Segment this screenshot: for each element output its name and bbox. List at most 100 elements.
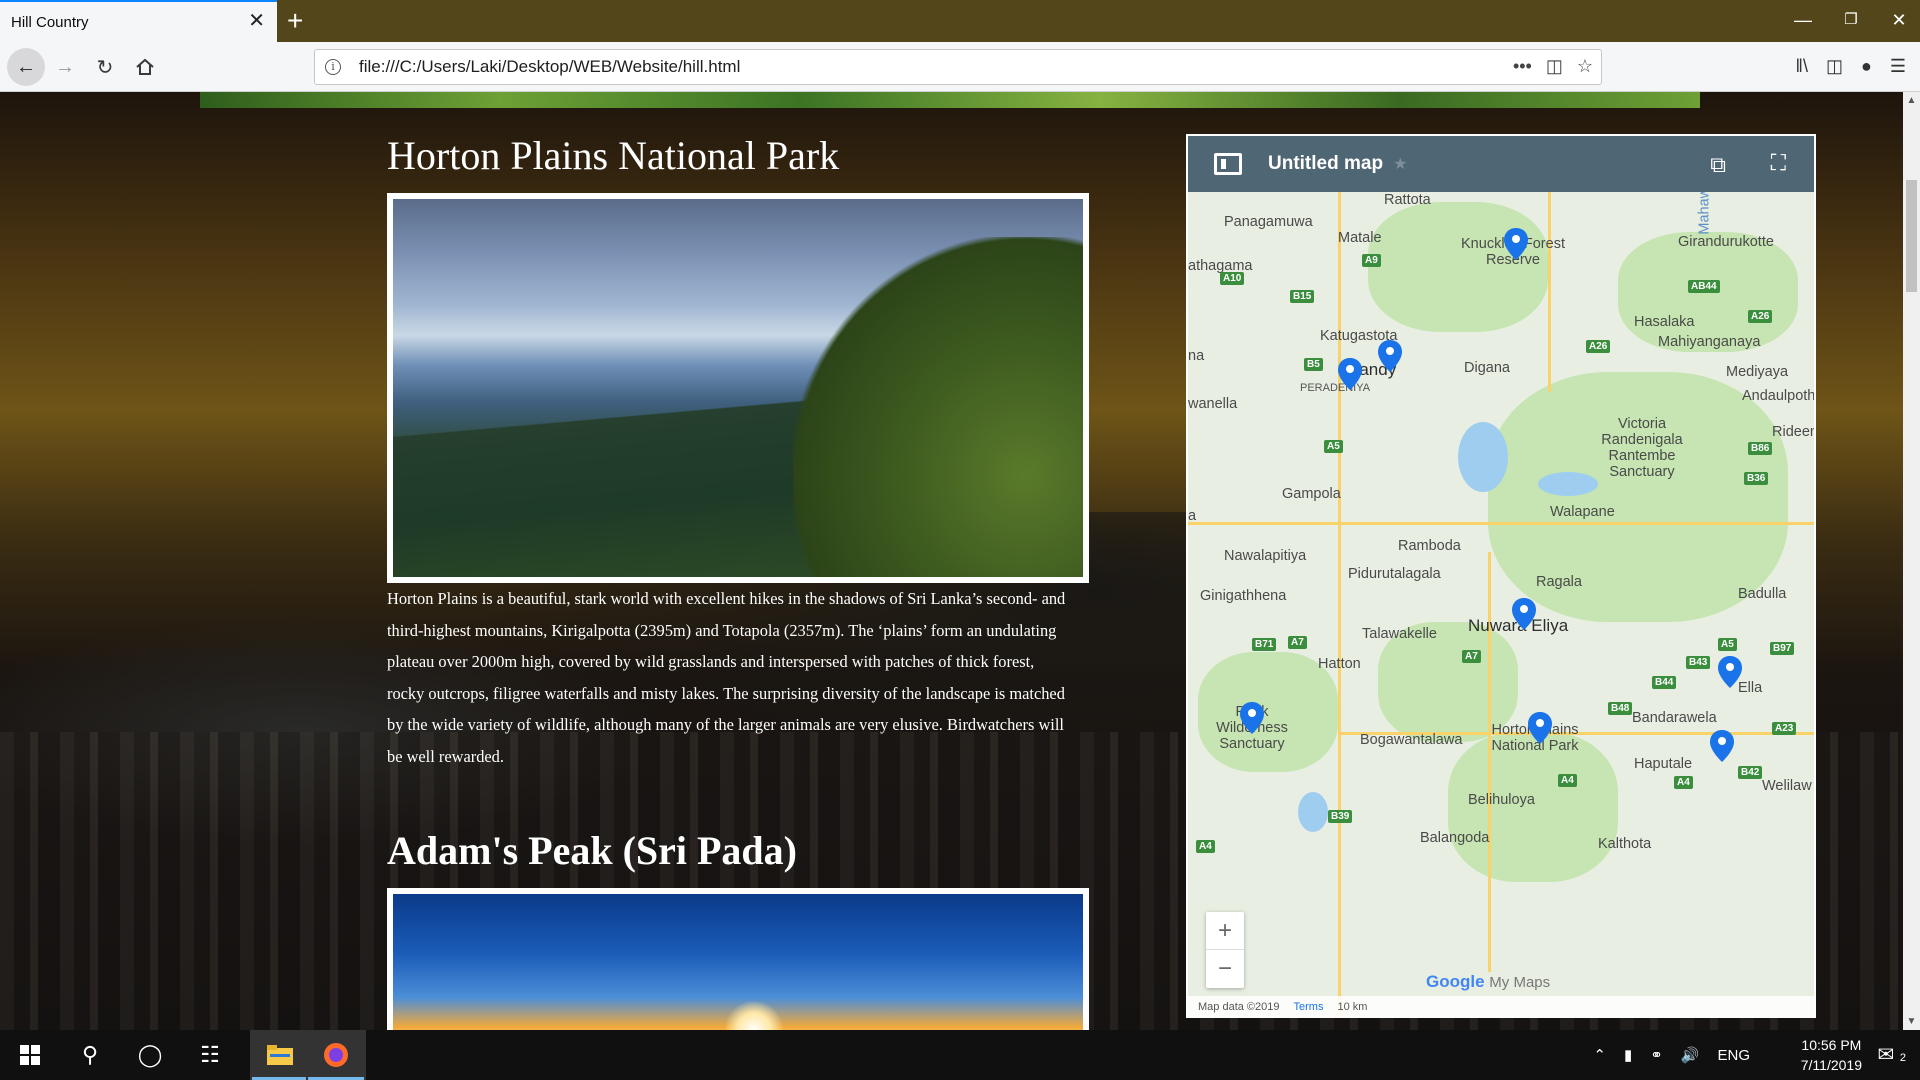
windows-logo-icon xyxy=(20,1045,40,1065)
cortana-button[interactable]: ◯ xyxy=(120,1030,180,1080)
road-shield: B48 xyxy=(1608,702,1633,715)
road-shield: A4 xyxy=(1558,774,1577,787)
vertical-scrollbar[interactable]: ▲ ▼ xyxy=(1903,92,1920,1030)
map-label: Rideen xyxy=(1772,424,1814,440)
road-shield: A23 xyxy=(1772,722,1797,735)
map-label: Haputale xyxy=(1634,756,1693,772)
scroll-up-icon[interactable]: ▲ xyxy=(1903,92,1920,109)
map-pin-icon[interactable] xyxy=(1240,702,1264,734)
close-window-button[interactable]: ✕ xyxy=(1884,8,1914,32)
firefox-taskbar-button[interactable] xyxy=(306,1030,366,1080)
map-label: Girandurukotte xyxy=(1678,234,1774,250)
navigation-toolbar: ← → ↻ i file:///C:/Users/Laki/Desktop/WE… xyxy=(0,42,1920,92)
map-label: wanella xyxy=(1188,396,1238,412)
site-info-icon[interactable]: i xyxy=(325,59,341,75)
adams-peak-photo xyxy=(387,888,1089,1030)
road-shield: B43 xyxy=(1686,656,1711,669)
minimize-window-button[interactable]: — xyxy=(1788,8,1818,32)
account-icon[interactable]: ● xyxy=(1861,56,1872,77)
road-shield: A5 xyxy=(1718,638,1737,651)
map-attribution: Map data ©2019 xyxy=(1198,1001,1280,1013)
map-pin-icon[interactable] xyxy=(1710,730,1734,762)
map-label: Talawakelle xyxy=(1362,626,1437,642)
fullscreen-icon[interactable]: ⛶ xyxy=(1771,150,1786,176)
windows-taskbar: ⚲ ◯ ☷ ⌃ ▮ ⚭ 🔊 ENG 10:56 PM 7/11/2019 ✉ 2 xyxy=(0,1030,1920,1080)
map-pin-icon[interactable] xyxy=(1338,358,1362,390)
scrollbar-thumb[interactable] xyxy=(1906,180,1917,292)
page-actions-icon[interactable]: ••• xyxy=(1513,56,1532,77)
firefox-icon xyxy=(324,1043,348,1067)
language-indicator[interactable]: ENG xyxy=(1717,1047,1750,1064)
map-label: Belihuloya xyxy=(1468,792,1535,808)
start-button[interactable] xyxy=(0,1030,60,1080)
map-label: Kalthota xyxy=(1598,836,1652,852)
map-label: Ragala xyxy=(1536,574,1582,590)
page-viewport: Horton Plains National Park Horton Plain… xyxy=(0,92,1920,1030)
map-label: Ginigathhena xyxy=(1200,588,1287,604)
road-shield: A5 xyxy=(1324,440,1343,453)
google-my-maps-logo: Google My Maps xyxy=(1426,972,1551,991)
section-title-horton-plains: Horton Plains National Park xyxy=(387,133,840,178)
address-bar[interactable]: i file:///C:/Users/Laki/Desktop/WEB/Webs… xyxy=(314,49,1602,85)
map-label: Hasalaka xyxy=(1634,314,1695,330)
map-label: Balangoda xyxy=(1420,830,1490,846)
battery-icon[interactable]: ▮ xyxy=(1624,1046,1632,1064)
action-center-button[interactable]: ✉ 2 xyxy=(1878,1042,1906,1067)
map-label: Badulla xyxy=(1738,586,1787,602)
forward-button[interactable]: → xyxy=(48,50,82,84)
scroll-down-icon[interactable]: ▼ xyxy=(1903,1013,1920,1030)
map-label: Welilaw xyxy=(1762,778,1812,794)
road-shield: AB44 xyxy=(1688,280,1720,293)
pocket-icon[interactable]: ◫ xyxy=(1546,56,1563,77)
road-shield: B97 xyxy=(1770,642,1795,655)
task-view-button[interactable]: ☷ xyxy=(180,1030,240,1080)
restore-window-button[interactable]: ❐ xyxy=(1836,8,1866,32)
map-label: Mahiyanganaya xyxy=(1658,334,1761,350)
map-pin-icon[interactable] xyxy=(1504,228,1528,260)
star-icon[interactable]: ★ xyxy=(1393,154,1407,174)
sidebar-toggle-icon[interactable]: ◫ xyxy=(1826,56,1843,77)
map-canvas[interactable]: Rattota Panagamuwa Matale Knuckles Fores… xyxy=(1188,192,1814,1018)
search-icon: ⚲ xyxy=(81,1042,99,1067)
road-shield: A7 xyxy=(1288,636,1307,649)
map-pin-icon[interactable] xyxy=(1512,598,1536,630)
map-pin-icon[interactable] xyxy=(1718,656,1742,688)
map-label: Pidurutalagala xyxy=(1348,566,1441,582)
show-hidden-icons-icon[interactable]: ⌃ xyxy=(1593,1046,1606,1064)
search-button[interactable]: ⚲ xyxy=(60,1030,120,1080)
header-forest-banner xyxy=(200,92,1700,108)
map-title[interactable]: Untitled map xyxy=(1268,153,1383,175)
zoom-out-button[interactable]: − xyxy=(1206,950,1244,988)
map-label: Andaulpoth xyxy=(1742,388,1814,404)
wifi-icon[interactable]: ⚭ xyxy=(1650,1046,1663,1064)
embedded-map[interactable]: Untitled map ★ ⧉ ⛶ Rattota Panagamuwa Ma… xyxy=(1186,134,1816,1018)
map-label: Matale xyxy=(1338,230,1382,246)
map-terms-link[interactable]: Terms xyxy=(1294,1001,1324,1013)
reload-button[interactable]: ↻ xyxy=(88,50,122,84)
bookmark-star-icon[interactable]: ☆ xyxy=(1577,56,1593,77)
close-tab-icon[interactable]: ✕ xyxy=(248,10,265,32)
zoom-in-button[interactable]: + xyxy=(1206,912,1244,950)
reload-icon: ↻ xyxy=(96,56,114,79)
taskbar-clock[interactable]: 10:56 PM 7/11/2019 xyxy=(1801,1035,1862,1075)
map-label: na xyxy=(1188,348,1205,364)
map-zoom-control: + − xyxy=(1206,912,1244,988)
map-label: Victoria Randenigala Rantembe Sanctuary xyxy=(1601,416,1683,480)
road-shield: A10 xyxy=(1220,272,1245,285)
file-explorer-button[interactable] xyxy=(250,1030,310,1080)
menu-hamburger-icon[interactable]: ☰ xyxy=(1890,56,1906,77)
horton-plains-photo xyxy=(387,193,1089,583)
map-label: Bandarawela xyxy=(1632,710,1717,726)
home-button[interactable] xyxy=(128,50,162,84)
url-text[interactable]: file:///C:/Users/Laki/Desktop/WEB/Websit… xyxy=(359,57,740,77)
volume-icon[interactable]: 🔊 xyxy=(1681,1046,1700,1064)
back-button[interactable]: ← xyxy=(7,48,45,86)
tab-hill-country[interactable]: Hill Country ✕ xyxy=(0,0,277,42)
share-icon[interactable]: ⧉ xyxy=(1710,152,1726,178)
map-legend-toggle-icon[interactable] xyxy=(1214,153,1242,175)
road-shield: A26 xyxy=(1586,340,1611,353)
map-pin-icon[interactable] xyxy=(1378,340,1402,372)
map-pin-icon[interactable] xyxy=(1528,712,1552,744)
new-tab-button[interactable]: + xyxy=(287,4,303,38)
library-icon[interactable]: ‖\ xyxy=(1796,56,1808,77)
